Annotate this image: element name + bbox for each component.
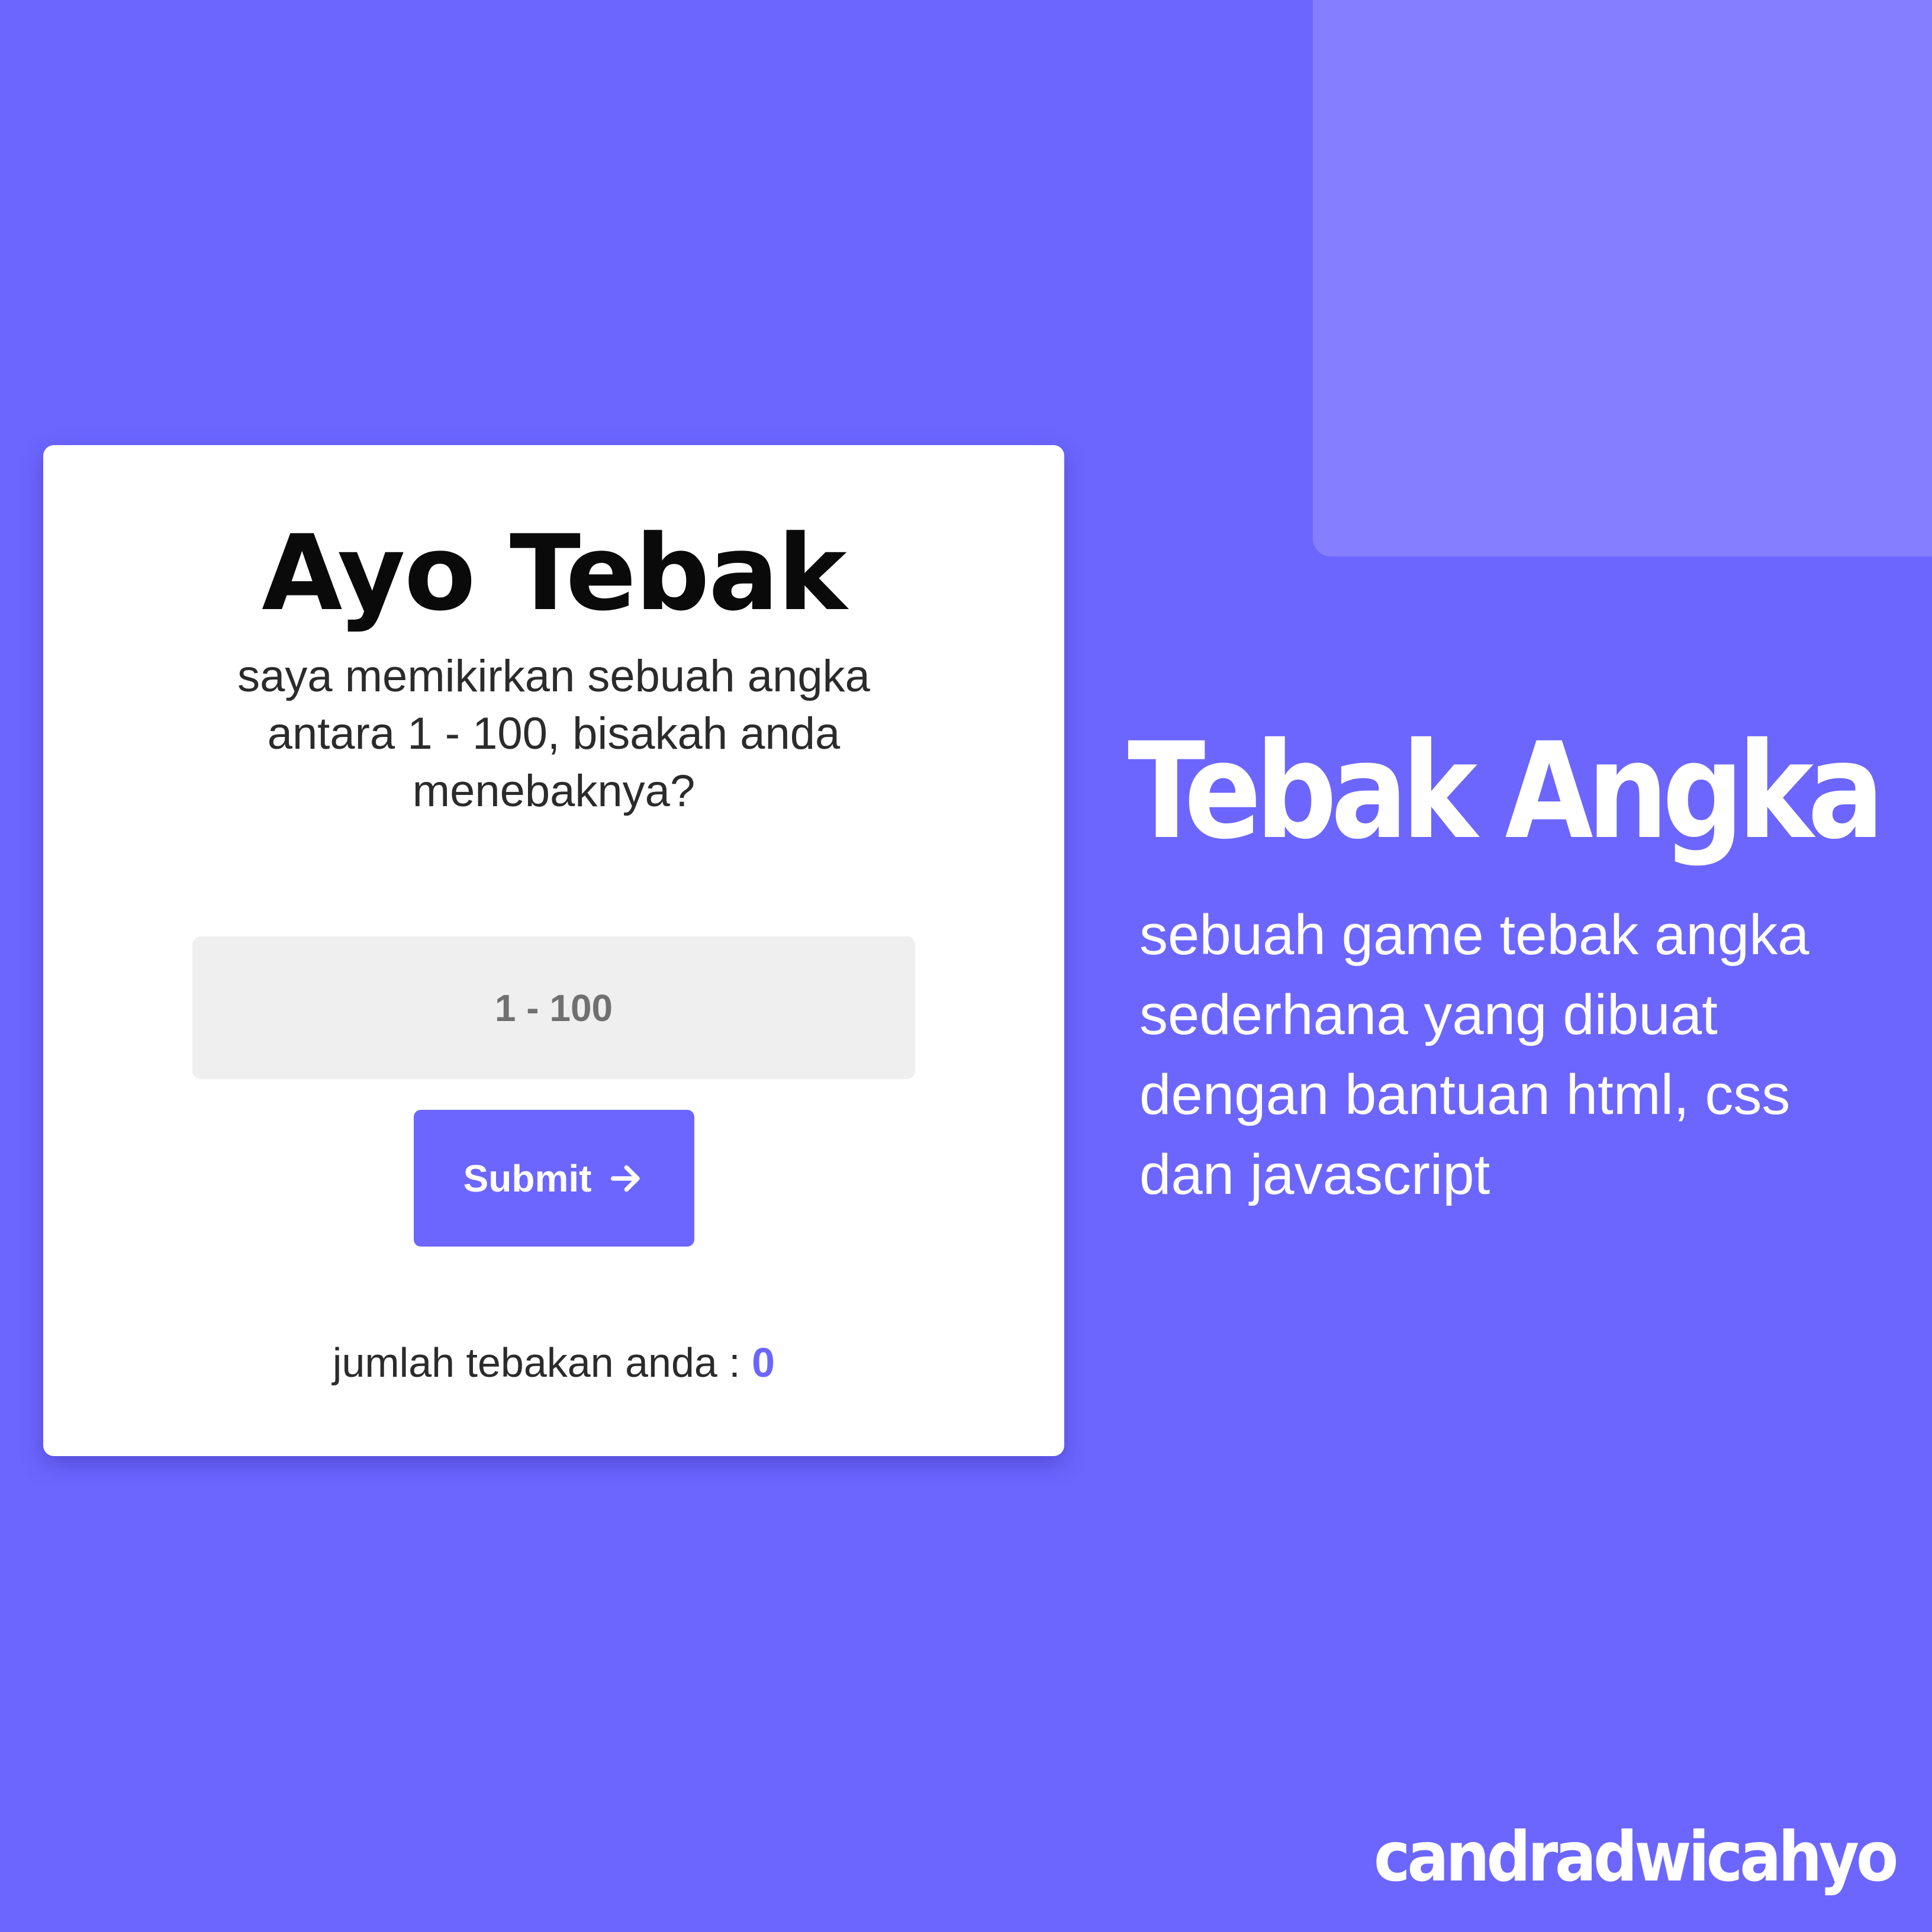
author-handle: candradwicahyo (1373, 1817, 1899, 1897)
promo-description: sebuah game tebak angka sederhana yang d… (1139, 903, 1809, 1206)
guess-count: jumlah tebakan anda : 0 (43, 1339, 1064, 1386)
promo-title: Tebak Angka (1128, 714, 1885, 868)
guess-count-value: 0 (752, 1339, 775, 1386)
game-description: saya memikirkan sebuah angka antara 1 - … (237, 651, 870, 816)
game-card: Ayo Tebak saya memikirkan sebuah angka a… (43, 445, 1064, 1456)
guess-count-label: jumlah tebakan anda : (332, 1339, 752, 1386)
submit-button[interactable]: Submit (414, 1110, 694, 1247)
submit-label: Submit (463, 1157, 592, 1200)
arrow-right-icon (607, 1160, 645, 1197)
guess-input[interactable] (192, 936, 915, 1079)
decorative-rectangle (1313, 0, 1932, 556)
game-title: Ayo Tebak (262, 513, 847, 634)
